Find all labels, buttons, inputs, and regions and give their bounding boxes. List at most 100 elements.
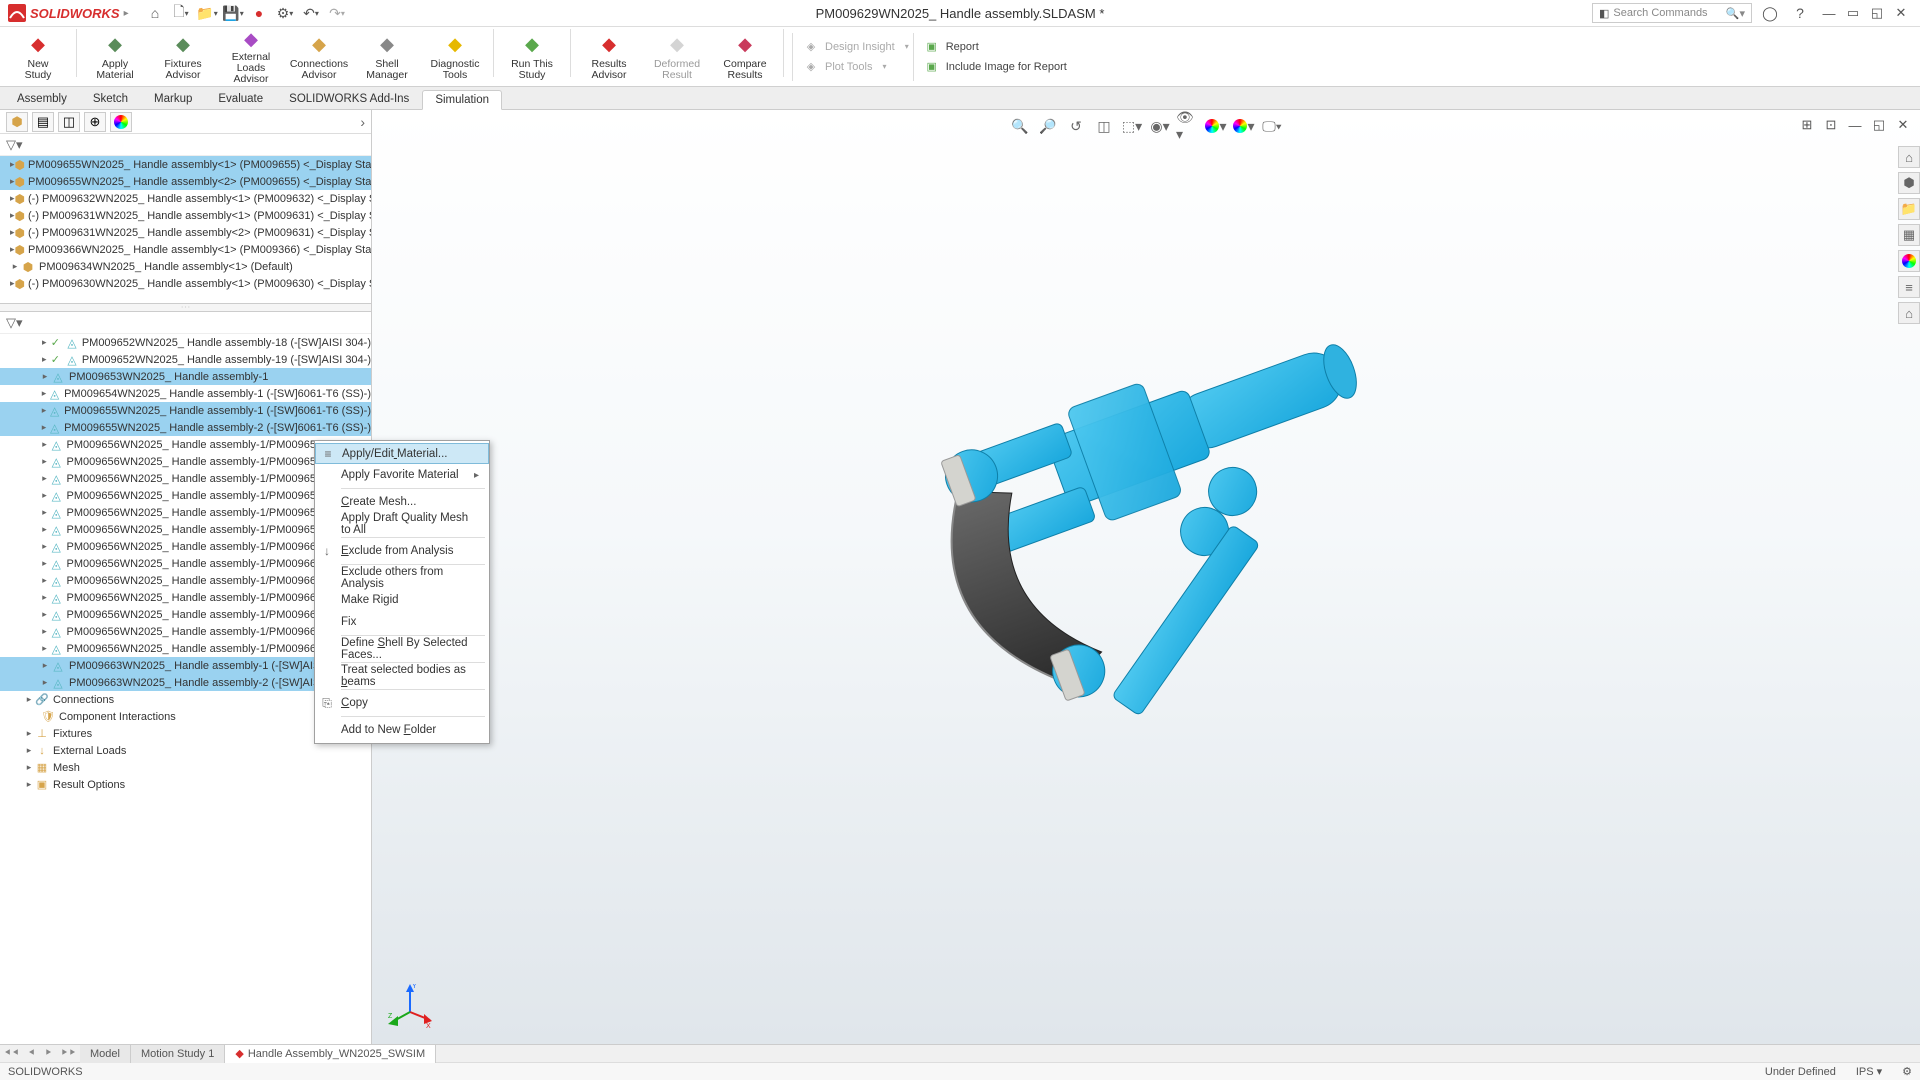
ribbon-diagnostic-tools[interactable]: ◆DiagnosticTools xyxy=(421,29,489,85)
property-tab-icon[interactable]: ▤ xyxy=(32,112,54,132)
open-icon[interactable]: 📁▾ xyxy=(195,3,219,23)
study-tree-result-options[interactable]: ▸▣Result Options xyxy=(0,776,371,793)
tab-evaluate[interactable]: Evaluate xyxy=(205,89,276,109)
home-icon[interactable]: ⌂ xyxy=(143,3,167,23)
ctx-fix[interactable]: Fix xyxy=(315,611,489,633)
view-close-icon[interactable]: ✕ xyxy=(1892,116,1914,134)
restore-icon[interactable]: ▭ xyxy=(1842,4,1864,22)
hide-show-icon[interactable]: 👁▾ xyxy=(1176,116,1200,136)
reference-triad[interactable]: Y X Z xyxy=(388,984,432,1028)
ribbon-apply-material[interactable]: ◆ApplyMaterial xyxy=(81,29,149,85)
close-icon[interactable]: ✕ xyxy=(1890,4,1912,22)
status-units[interactable]: IPS ▾ xyxy=(1856,1065,1882,1078)
appearances-icon[interactable] xyxy=(1898,250,1920,272)
edit-appearance-icon[interactable]: ▾ xyxy=(1204,116,1228,136)
study-tree-item[interactable]: ▸✓◬PM009652WN2025_ Handle assembly-19 (-… xyxy=(0,351,371,368)
design-library-icon[interactable]: ⬢ xyxy=(1898,172,1920,194)
assembly-tree-item[interactable]: ▸⬢PM009655WN2025_ Handle assembly<2> (PM… xyxy=(0,173,371,190)
help-icon[interactable]: ? xyxy=(1788,3,1812,23)
ctx-make-rigid[interactable]: Make Rigid xyxy=(315,589,489,611)
view-maximize-icon[interactable]: ◱ xyxy=(1868,116,1890,134)
study-tree-mesh[interactable]: ▸▦Mesh xyxy=(0,759,371,776)
ctx-exclude-from-analysis[interactable]: ↓Exclude from Analysis xyxy=(315,540,489,562)
assembly-tree[interactable]: ▸⬢PM009655WN2025_ Handle assembly<1> (PM… xyxy=(0,156,371,304)
feature-tree-tab-icon[interactable]: ⬢ xyxy=(6,112,28,132)
ctx-apply-favorite-material[interactable]: Apply Favorite Material▸ xyxy=(315,464,489,486)
study-tree-filter[interactable]: ▽▾ xyxy=(0,312,371,334)
save-icon[interactable]: 💾▾ xyxy=(221,3,245,23)
view-palette-icon[interactable]: ▦ xyxy=(1898,224,1920,246)
tab-nav-last-icon[interactable]: ⯈⯈ xyxy=(56,1048,80,1059)
ctx-add-to-new-folder[interactable]: Add to New Folder xyxy=(315,719,489,741)
status-gear-icon[interactable]: ⚙ xyxy=(1902,1065,1912,1078)
view-orient-icon[interactable]: ⬚▾ xyxy=(1120,116,1144,136)
apply-scene-icon[interactable]: ▾ xyxy=(1232,116,1256,136)
ctx-define-shell-by-selected-faces-[interactable]: Define Shell By Selected Faces... xyxy=(315,638,489,660)
assembly-tree-item[interactable]: ▸⬢PM009655WN2025_ Handle assembly<1> (PM… xyxy=(0,156,371,173)
ribbon-compare-results[interactable]: ◆CompareResults xyxy=(711,29,779,85)
undo-icon[interactable]: ↶▾ xyxy=(299,3,323,23)
study-tree-item[interactable]: ▸◬PM009653WN2025_ Handle assembly-1 xyxy=(0,368,371,385)
study-tree-external-loads[interactable]: ▸↓External Loads xyxy=(0,742,371,759)
minimize-icon[interactable]: — xyxy=(1818,4,1840,22)
section-view-icon[interactable]: ◫ xyxy=(1092,116,1116,136)
ctx-treat-selected-bodies-as-beams[interactable]: Treat selected bodies as beams xyxy=(315,665,489,687)
ribbon-run-this-study[interactable]: ◆Run ThisStudy xyxy=(498,29,566,85)
prev-view-icon[interactable]: ↺ xyxy=(1064,116,1088,136)
bottom-tab-motion-study-[interactable]: Motion Study 1 xyxy=(131,1045,225,1063)
forum-icon[interactable]: ⌂ xyxy=(1898,302,1920,324)
tab-assembly[interactable]: Assembly xyxy=(4,89,80,109)
zoom-area-icon[interactable]: 🔎 xyxy=(1036,116,1060,136)
view-minimize-icon[interactable]: — xyxy=(1844,116,1866,134)
ribbon-shell-manager[interactable]: ◆ShellManager xyxy=(353,29,421,85)
zoom-fit-icon[interactable]: 🔍 xyxy=(1008,116,1032,136)
sw-resources-icon[interactable]: ⌂ xyxy=(1898,146,1920,168)
study-tree-item[interactable]: ▸◬PM009654WN2025_ Handle assembly-1 (-[S… xyxy=(0,385,371,402)
display-tab-icon[interactable]: ⊕ xyxy=(84,112,106,132)
assembly-tree-item[interactable]: ▸⬢PM009366WN2025_ Handle assembly<1> (PM… xyxy=(0,241,371,258)
ribbon-external-loads-advisor[interactable]: ◆External LoadsAdvisor xyxy=(217,29,285,85)
ribbon-fixtures-advisor[interactable]: ◆FixturesAdvisor xyxy=(149,29,217,85)
study-tree-item[interactable]: ▸◬PM009655WN2025_ Handle assembly-2 (-[S… xyxy=(0,419,371,436)
assembly-tree-item[interactable]: ▸⬢(-) PM009631WN2025_ Handle assembly<2>… xyxy=(0,224,371,241)
custom-props-icon[interactable]: ≡ xyxy=(1898,276,1920,298)
maximize-icon[interactable]: ◱ xyxy=(1866,4,1888,22)
ctx-apply-draft-quality-mesh-to-all[interactable]: Apply Draft Quality Mesh to All xyxy=(315,513,489,535)
redo-icon[interactable]: ↷▾ xyxy=(325,3,349,23)
tab-markup[interactable]: Markup xyxy=(141,89,205,109)
graphics-viewport[interactable]: 🔍 🔎 ↺ ◫ ⬚▾ ◉▾ 👁▾ ▾ ▾ 🖵▾ ⊞ ⊡ — ◱ ✕ ⌂ ⬢ 📁 … xyxy=(372,110,1920,1044)
ctx-apply-edit-material-[interactable]: ≡Apply/Edit Material... xyxy=(315,443,489,464)
assembly-tree-item[interactable]: ▸⬢PM009634WN2025_ Handle assembly<1> (De… xyxy=(0,258,371,275)
view-new-window-icon[interactable]: ⊞ xyxy=(1796,116,1818,134)
bottom-tab-handle-assembly-wn-swsim[interactable]: ◆ Handle Assembly_WN2025_SWSIM xyxy=(225,1045,436,1063)
expand-panel-icon[interactable]: › xyxy=(360,114,371,130)
print-icon[interactable]: ● xyxy=(247,3,271,23)
options-icon[interactable]: ⚙▾ xyxy=(273,3,297,23)
ribbon-report[interactable]: ▣Report xyxy=(924,38,1067,56)
tab-simulation[interactable]: Simulation xyxy=(422,90,502,110)
ctx-exclude-others-from-analysis[interactable]: Exclude others from Analysis xyxy=(315,567,489,589)
tree-filter[interactable]: ▽▾ xyxy=(0,134,371,156)
view-tile-icon[interactable]: ⊡ xyxy=(1820,116,1842,134)
new-icon[interactable]: 🗋▾ xyxy=(169,3,193,23)
study-tree-item[interactable]: ▸✓◬PM009652WN2025_ Handle assembly-18 (-… xyxy=(0,334,371,351)
tab-nav-prev-icon[interactable]: ⯇ xyxy=(24,1048,40,1059)
assembly-tree-item[interactable]: ▸⬢(-) PM009631WN2025_ Handle assembly<1>… xyxy=(0,207,371,224)
file-explorer-icon[interactable]: 📁 xyxy=(1898,198,1920,220)
appearance-tab-icon[interactable] xyxy=(110,112,132,132)
view-settings-icon[interactable]: 🖵▾ xyxy=(1260,116,1284,136)
bottom-tab-model[interactable]: Model xyxy=(80,1045,131,1063)
search-commands-input[interactable]: ◧Search Commands 🔍▾ xyxy=(1592,3,1752,23)
tab-nav-first-icon[interactable]: ⯇⯇ xyxy=(0,1048,24,1059)
tab-sketch[interactable]: Sketch xyxy=(80,89,141,109)
ribbon-results-advisor[interactable]: ◆ResultsAdvisor xyxy=(575,29,643,85)
ribbon-connections-advisor[interactable]: ◆ConnectionsAdvisor xyxy=(285,29,353,85)
ribbon-new-study[interactable]: ◆NewStudy xyxy=(4,29,72,85)
ctx-copy[interactable]: ⎘Copy xyxy=(315,692,489,714)
study-tree-item[interactable]: ▸◬PM009655WN2025_ Handle assembly-1 (-[S… xyxy=(0,402,371,419)
tab-solidworks-add-ins[interactable]: SOLIDWORKS Add-Ins xyxy=(276,89,422,109)
user-icon[interactable]: ◯ xyxy=(1758,3,1782,23)
config-tab-icon[interactable]: ◫ xyxy=(58,112,80,132)
assembly-tree-item[interactable]: ▸⬢(-) PM009630WN2025_ Handle assembly<1>… xyxy=(0,275,371,292)
ctx-create-mesh-[interactable]: Create Mesh... xyxy=(315,491,489,513)
